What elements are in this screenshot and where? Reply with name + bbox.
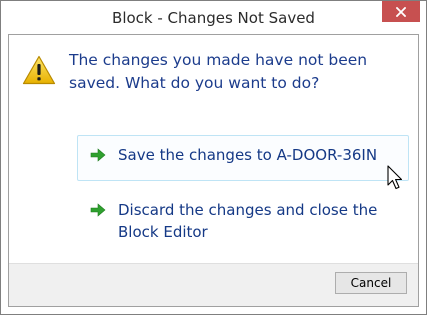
discard-changes-label: Discard the changes and close the Block … — [118, 201, 378, 241]
title-bar: Block - Changes Not Saved — [1, 1, 426, 34]
warning-icon — [22, 55, 56, 85]
dialog-footer: Cancel — [9, 263, 418, 306]
main-instruction: The changes you made have not been saved… — [69, 51, 368, 92]
window-title: Block - Changes Not Saved — [112, 9, 315, 27]
green-arrow-icon — [90, 148, 106, 162]
save-changes-option[interactable]: Save the changes to A-DOOR-36IN — [77, 135, 409, 181]
mouse-cursor-icon — [387, 165, 403, 190]
save-changes-label: Save the changes to A-DOOR-36IN — [118, 146, 378, 164]
green-arrow-icon — [90, 203, 106, 217]
discard-changes-option[interactable]: Discard the changes and close the Block … — [77, 190, 409, 252]
close-icon — [396, 6, 406, 17]
cancel-button[interactable]: Cancel — [335, 272, 407, 294]
dialog-content: The changes you made have not been saved… — [8, 34, 419, 307]
dialog-window: Block - Changes Not Saved The changes yo… — [0, 0, 427, 315]
close-button[interactable] — [382, 1, 420, 22]
